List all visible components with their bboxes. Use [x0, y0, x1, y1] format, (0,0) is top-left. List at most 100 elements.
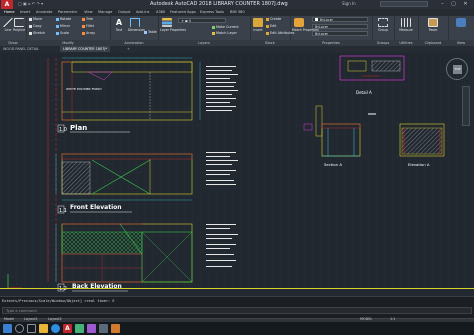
color-dropdown[interactable]: ByLayer: [312, 17, 368, 22]
back-number: 1.2: [59, 286, 67, 292]
tab-express-tools[interactable]: Express Tools: [200, 10, 224, 14]
tab-featured-apps[interactable]: Featured Apps: [170, 10, 196, 14]
start-icon[interactable]: [3, 324, 12, 333]
annotation-panel: A Text Dimension Table Annotation: [110, 16, 159, 46]
trim-button[interactable]: Trim: [82, 17, 93, 22]
tab-bim360[interactable]: BIM 360: [230, 10, 245, 14]
tab-annotate[interactable]: Annotate: [36, 10, 52, 14]
app-menu-button[interactable]: A: [1, 0, 13, 9]
file-explorer-icon[interactable]: [39, 324, 48, 333]
navigation-bar[interactable]: [462, 86, 470, 126]
color-swatch: [315, 18, 318, 21]
text-button[interactable]: A Text: [112, 18, 126, 34]
dimension-button[interactable]: Dimension: [128, 18, 145, 34]
attributes-icon: [266, 31, 269, 35]
match-properties-button[interactable]: Match Properties: [292, 18, 319, 34]
stretch-button[interactable]: Stretch: [29, 31, 45, 36]
ribbon-tabs: Home Insert Annotate Parametric View Man…: [0, 9, 474, 16]
drawing-svg: WHITE POLYMER FINISH 1.0 Plan 1.1 Front …: [0, 52, 474, 296]
paste-button[interactable]: Paste: [426, 18, 440, 34]
group-button[interactable]: Group: [376, 18, 390, 34]
tab-parametric[interactable]: Parametric: [58, 10, 77, 14]
clipboard-icon: [428, 18, 438, 27]
boundary-line: [0, 288, 474, 289]
tab-home[interactable]: Home: [4, 10, 15, 14]
tab-insert[interactable]: Insert: [20, 10, 30, 14]
move-button[interactable]: Move: [29, 17, 42, 22]
mirror-button[interactable]: Mirror: [56, 24, 70, 29]
copy-icon: [29, 24, 32, 28]
dimension-icon: [130, 18, 140, 27]
view-button[interactable]: [454, 18, 468, 34]
rotate-button[interactable]: Rotate: [56, 17, 71, 22]
viewcube-face[interactable]: TOP: [453, 65, 462, 74]
layers-icon: [162, 18, 172, 27]
edit-block-button[interactable]: Edit: [266, 24, 277, 29]
scale-button[interactable]: Scale: [56, 31, 69, 36]
make-current-icon: [212, 25, 215, 29]
command-input[interactable]: Type a command: [2, 307, 472, 314]
text-icon: A: [115, 18, 123, 27]
measure-icon: [401, 18, 411, 27]
layers-panel: Layer Properties ☀ ▣ 0 Make Current Matc…: [158, 16, 251, 46]
tab-addins[interactable]: Add-ins: [136, 10, 149, 14]
autocad-icon[interactable]: A: [63, 324, 72, 333]
viewcube[interactable]: TOP: [446, 58, 468, 80]
stretch-icon: [29, 31, 32, 35]
match-properties-icon: [294, 18, 304, 27]
trim-icon: [82, 17, 85, 21]
make-current-button[interactable]: Make Current: [212, 25, 239, 30]
maximize-button[interactable]: ▢: [449, 0, 458, 9]
match-layer-icon: [212, 31, 215, 35]
table-icon: [144, 30, 147, 34]
array-button[interactable]: Array: [82, 31, 95, 36]
app-icon-9[interactable]: [99, 324, 108, 333]
tab-a360[interactable]: A360: [156, 10, 165, 14]
front-elevation-title: Front Elevation: [70, 204, 122, 211]
search-input[interactable]: [380, 1, 428, 7]
close-button[interactable]: ✕: [461, 0, 470, 9]
plan-number: 1.0: [59, 127, 67, 133]
table-button[interactable]: Table: [144, 30, 157, 35]
front-number: 1.1: [59, 208, 67, 214]
app-icon-7[interactable]: [75, 324, 84, 333]
group-icon: [378, 18, 388, 27]
match-layer-button[interactable]: Match Layer: [212, 31, 237, 36]
sign-in-link[interactable]: Sign In: [342, 1, 356, 6]
quick-access-toolbar[interactable]: ▢ ▣ ⌂ ↶ ↷ ▾: [18, 1, 43, 6]
create-block-button[interactable]: Create: [266, 17, 281, 22]
draw-panel: Line Polyline Draw: [0, 16, 27, 46]
layer-properties-button[interactable]: Layer Properties: [160, 18, 186, 34]
layer-dropdown[interactable]: ☀ ▣ 0: [178, 18, 226, 23]
system-tray[interactable]: [430, 324, 470, 333]
section-a-title: Section A: [324, 162, 342, 167]
drawing-canvas[interactable]: WHITE POLYMER FINISH 1.0 Plan 1.1 Front …: [0, 52, 474, 296]
window-title: Autodesk AutoCAD 2018 LIBRARY COUNTER 18…: [150, 1, 288, 7]
tab-view[interactable]: View: [84, 10, 93, 14]
search-icon[interactable]: [15, 324, 24, 333]
app-icon-10[interactable]: [111, 324, 120, 333]
task-view-icon[interactable]: [27, 324, 36, 333]
insert-block-icon: [253, 18, 263, 27]
panel-label: WHITE POLYMER FINISH: [66, 87, 102, 91]
copy-button[interactable]: Copy: [29, 24, 42, 29]
measure-button[interactable]: Measure: [399, 18, 413, 34]
clipboard-panel: Paste Clipboard: [418, 16, 449, 46]
minimize-button[interactable]: –: [438, 0, 447, 9]
app-icon-8[interactable]: [87, 324, 96, 333]
browser-icon[interactable]: [51, 324, 60, 333]
scale-icon: [56, 31, 59, 35]
polyline-icon: [14, 18, 24, 27]
elevation-a-title: Elevation A: [408, 162, 430, 167]
insert-button[interactable]: Insert: [251, 18, 265, 34]
tab-manage[interactable]: Manage: [98, 10, 112, 14]
view-panel: View: [448, 16, 474, 46]
move-icon: [29, 17, 32, 21]
fillet-button[interactable]: Fillet: [82, 24, 94, 29]
create-icon: [266, 17, 269, 21]
plan-title: Plan: [70, 124, 87, 132]
tab-output[interactable]: Output: [118, 10, 130, 14]
lineweight-dropdown[interactable]: ByLayer: [312, 24, 368, 29]
polyline-button[interactable]: Polyline: [12, 18, 26, 34]
linetype-dropdown[interactable]: ByLayer: [312, 31, 368, 36]
